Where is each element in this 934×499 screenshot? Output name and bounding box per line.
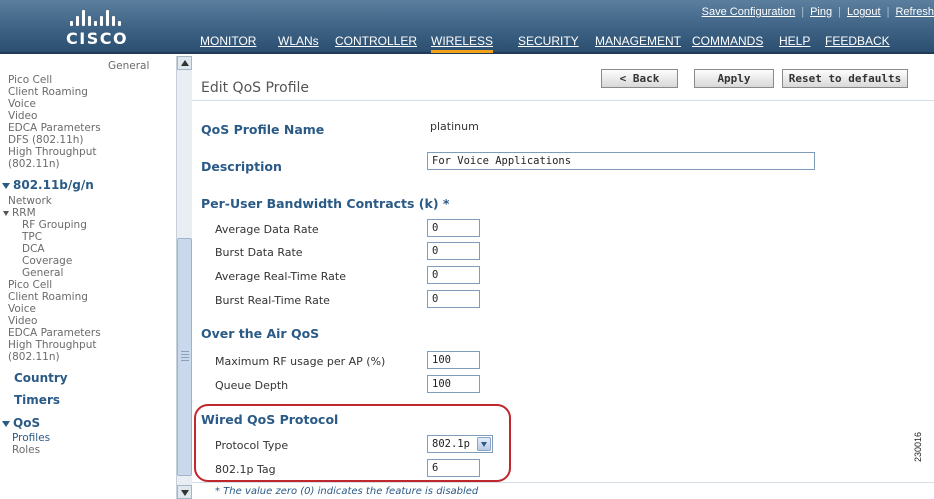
queue-depth-label: Queue Depth <box>215 379 289 392</box>
sidebar-item-profiles[interactable]: Profiles <box>12 432 50 444</box>
bandwidth-contracts-heading-text: Per-User Bandwidth Contracts (k) <box>201 196 439 211</box>
bandwidth-contracts-heading: Per-User Bandwidth Contracts (k) * <box>201 196 449 211</box>
nav-wireless[interactable]: WIRELESS <box>431 31 494 53</box>
sidebar-item-pico-cell[interactable]: Pico Cell <box>8 74 52 86</box>
nav-commands[interactable]: COMMANDS <box>692 31 763 53</box>
sidebar-item-high-throughput-bgn-sub: (802.11n) <box>8 351 60 363</box>
sidebar-item-video[interactable]: Video <box>8 110 37 122</box>
cisco-logo-text: CISCO <box>66 29 129 48</box>
sidebar-item-edca-parameters-bgn[interactable]: EDCA Parameters <box>8 327 101 339</box>
sidebar-section-802-11bgn[interactable]: 802.11b/g/n <box>2 179 94 191</box>
avg-realtime-rate-field[interactable]: 0 <box>427 266 480 284</box>
sidebar-item-high-throughput[interactable]: High Throughput <box>8 146 96 158</box>
description-field[interactable]: For Voice Applications <box>427 152 815 170</box>
nav-controller[interactable]: CONTROLLER <box>335 31 417 53</box>
sidebar-item-voice[interactable]: Voice <box>8 98 36 110</box>
logout-link[interactable]: Logout <box>847 6 881 18</box>
avg-data-rate-field[interactable]: 0 <box>427 219 480 237</box>
apply-button[interactable]: Apply <box>694 69 774 88</box>
nav-monitor[interactable]: MONITOR <box>200 31 256 53</box>
figure-id-label: 230016 <box>913 431 923 462</box>
top-header: CISCO Save Configuration | Ping | Logout | Ref… <box>0 0 934 54</box>
max-rf-usage-label: Maximum RF usage per AP (%) <box>215 355 386 368</box>
sidebar-item-rf-grouping[interactable]: RF Grouping <box>22 219 87 231</box>
sidebar-item-roles[interactable]: Roles <box>12 444 40 456</box>
bottom-divider <box>192 482 934 483</box>
qos-profile-name-value: platinum <box>430 120 479 133</box>
sidebar-item-dfs[interactable]: DFS (802.11h) <box>8 134 84 146</box>
sidebar-item-dca[interactable]: DCA <box>22 243 45 255</box>
burst-data-rate-label: Burst Data Rate <box>215 246 303 259</box>
back-button[interactable]: < Back <box>601 69 678 88</box>
expand-triangle-icon <box>3 210 9 216</box>
sidebar-item-rrm-general[interactable]: General <box>22 267 63 279</box>
top-links: Save Configuration | Ping | Logout | Refresh <box>701 6 934 18</box>
sidebar-item-country[interactable]: Country <box>14 372 68 384</box>
scrollbar-grip-icon <box>181 351 189 361</box>
nav-management[interactable]: MANAGEMENT <box>595 31 681 53</box>
sidebar-item-general[interactable]: General <box>108 60 149 72</box>
page-title: Edit QoS Profile <box>201 80 310 96</box>
expand-triangle-icon <box>2 420 10 427</box>
burst-data-rate-field[interactable]: 0 <box>427 242 480 260</box>
reset-to-defaults-button[interactable]: Reset to defaults <box>782 69 908 88</box>
over-the-air-qos-heading: Over the Air QoS <box>201 326 320 341</box>
sidebar-item-high-throughput-sub: (802.11n) <box>8 158 60 170</box>
sidebar-item-high-throughput-bgn[interactable]: High Throughput <box>8 339 96 351</box>
cisco-logo: CISCO <box>58 8 158 48</box>
sidebar-item-voice-bgn[interactable]: Voice <box>8 303 36 315</box>
cisco-logo-bars <box>70 10 130 26</box>
sidebar: General Pico Cell Client Roaming Voice V… <box>0 56 176 499</box>
sidebar-item-edca-parameters[interactable]: EDCA Parameters <box>8 122 101 134</box>
sidebar-item-video-bgn[interactable]: Video <box>8 315 37 327</box>
sidebar-item-tpc[interactable]: TPC <box>22 231 42 243</box>
scrollbar-thumb[interactable] <box>177 238 192 476</box>
burst-realtime-rate-field[interactable]: 0 <box>427 290 480 308</box>
sidebar-item-rrm-label: RRM <box>12 207 36 219</box>
wired-qos-highlight-outline <box>194 404 511 482</box>
queue-depth-field[interactable]: 100 <box>427 375 480 393</box>
nav-wlans[interactable]: WLANs <box>278 31 319 53</box>
sidebar-item-client-roaming-bgn[interactable]: Client Roaming <box>8 291 88 303</box>
scroll-up-arrow-icon[interactable] <box>177 56 192 70</box>
title-divider <box>192 100 934 101</box>
nav-help[interactable]: HELP <box>779 31 810 53</box>
sidebar-item-timers[interactable]: Timers <box>14 394 60 406</box>
sidebar-item-client-roaming[interactable]: Client Roaming <box>8 86 88 98</box>
nav-feedback[interactable]: FEEDBACK <box>825 31 890 53</box>
scroll-down-arrow-icon[interactable] <box>177 485 192 499</box>
description-label: Description <box>201 159 282 174</box>
qos-profile-name-label: QoS Profile Name <box>201 122 325 137</box>
save-configuration-link[interactable]: Save Configuration <box>702 6 796 18</box>
sidebar-scrollbar[interactable] <box>176 56 192 499</box>
burst-realtime-rate-label: Burst Real-Time Rate <box>215 294 330 307</box>
sidebar-item-pico-cell-bgn[interactable]: Pico Cell <box>8 279 52 291</box>
sidebar-section-qos[interactable]: QoS <box>2 417 40 429</box>
avg-data-rate-label: Average Data Rate <box>215 223 319 236</box>
max-rf-usage-field[interactable]: 100 <box>427 351 480 369</box>
refresh-link[interactable]: Refresh <box>895 6 934 18</box>
sidebar-item-coverage[interactable]: Coverage <box>22 255 72 267</box>
sidebar-section-802-11bgn-label: 802.11b/g/n <box>13 178 94 192</box>
footnote: * The value zero (0) indicates the featu… <box>215 486 479 497</box>
expand-triangle-icon <box>2 182 10 189</box>
sidebar-item-network[interactable]: Network <box>8 195 52 207</box>
nav-security[interactable]: SECURITY <box>518 31 579 53</box>
required-asterisk: * <box>442 196 450 211</box>
sidebar-item-rrm[interactable]: RRM <box>3 207 36 219</box>
sidebar-section-qos-label: QoS <box>13 416 41 430</box>
ping-link[interactable]: Ping <box>810 6 832 18</box>
avg-realtime-rate-label: Average Real-Time Rate <box>215 270 346 283</box>
